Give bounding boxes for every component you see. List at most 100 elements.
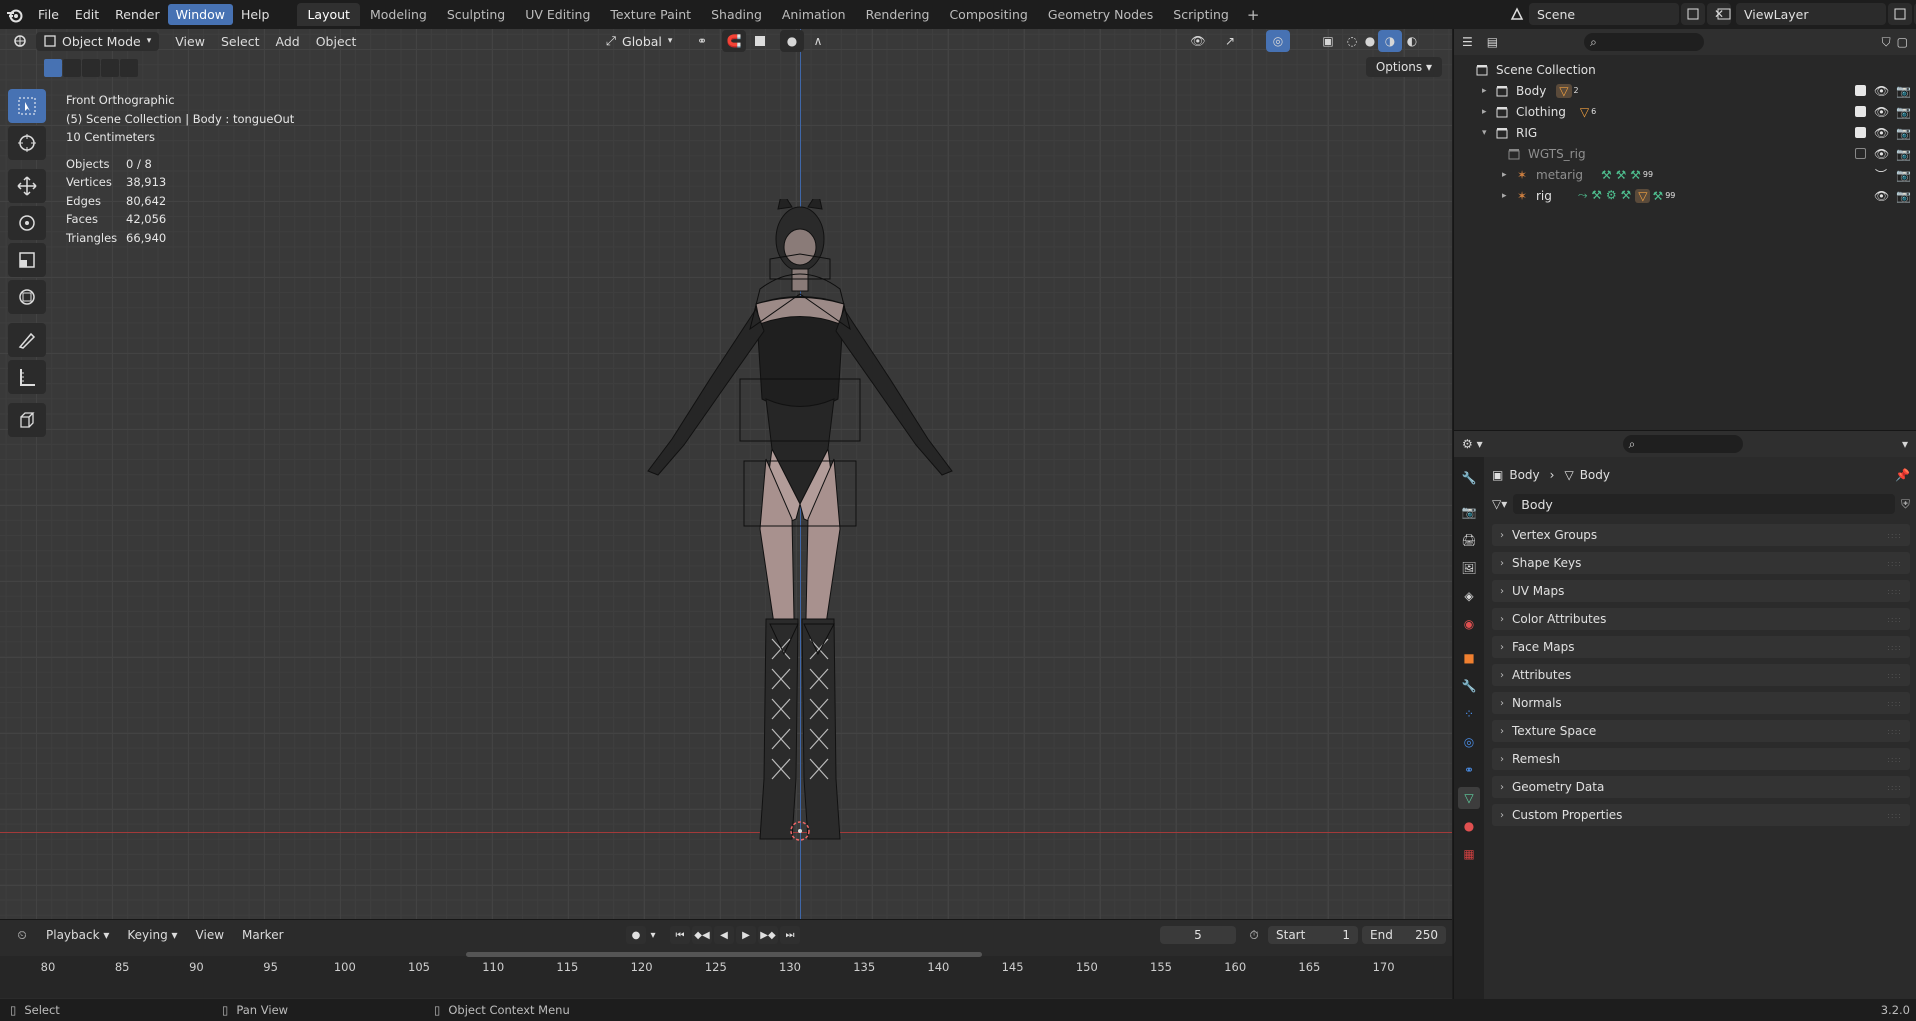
play-icon[interactable]: ▶ bbox=[736, 926, 756, 944]
panel-uv-maps[interactable]: › UV Maps:::: bbox=[1492, 580, 1910, 602]
snap-icon[interactable]: 🧲 bbox=[722, 30, 746, 52]
texture-tab-icon[interactable]: ▦ bbox=[1458, 843, 1480, 865]
timeline-scrollbar[interactable] bbox=[466, 952, 982, 957]
exclude-checkbox[interactable] bbox=[1855, 106, 1866, 117]
outliner-row-rig-collection[interactable]: ▾ RIG 👁 📷 bbox=[1454, 122, 1916, 143]
tab-compositing[interactable]: Compositing bbox=[939, 3, 1037, 26]
panel-custom-properties[interactable]: › Custom Properties:::: bbox=[1492, 804, 1910, 826]
jump-start-icon[interactable]: ⏮ bbox=[670, 926, 690, 944]
panel-normals[interactable]: › Normals:::: bbox=[1492, 692, 1910, 714]
properties-search-input[interactable]: ⌕ bbox=[1622, 435, 1743, 453]
menu-edit[interactable]: Edit bbox=[67, 4, 107, 25]
camera-icon[interactable]: 📷 bbox=[1896, 147, 1911, 161]
drag-handle-icon[interactable]: :::: bbox=[1887, 531, 1902, 540]
expand-arrow-icon[interactable]: ▸ bbox=[1502, 170, 1514, 180]
particles-tab-icon[interactable]: ⁘ bbox=[1458, 703, 1480, 725]
eye-icon[interactable]: 👁 bbox=[1874, 105, 1889, 119]
exclude-checkbox[interactable] bbox=[1855, 127, 1866, 138]
tab-sculpting[interactable]: Sculpting bbox=[437, 3, 515, 26]
material-tab-icon[interactable]: ● bbox=[1458, 815, 1480, 837]
exclude-checkbox[interactable] bbox=[1855, 148, 1866, 159]
options-button[interactable]: Options ▾ bbox=[1365, 57, 1442, 77]
menu-playback[interactable]: Playback ▾ bbox=[40, 926, 115, 944]
preview-range-icon[interactable]: ⏱ bbox=[1242, 926, 1266, 944]
drag-handle-icon[interactable]: :::: bbox=[1887, 783, 1902, 792]
new-collection-icon[interactable]: ▢ bbox=[1897, 35, 1908, 49]
panel-texture-space[interactable]: › Texture Space:::: bbox=[1492, 720, 1910, 742]
add-cube-tool[interactable] bbox=[8, 403, 46, 437]
menu-keying[interactable]: Keying ▾ bbox=[121, 926, 183, 944]
panel-attributes[interactable]: › Attributes:::: bbox=[1492, 664, 1910, 686]
drag-handle-icon[interactable]: :::: bbox=[1887, 587, 1902, 596]
select-subtract-icon[interactable] bbox=[82, 59, 100, 77]
jump-end-icon[interactable]: ⏭ bbox=[780, 926, 800, 944]
panel-color-attributes[interactable]: › Color Attributes:::: bbox=[1492, 608, 1910, 630]
tab-animation[interactable]: Animation bbox=[772, 3, 856, 26]
snap-target-icon[interactable] bbox=[748, 30, 772, 52]
tab-scripting[interactable]: Scripting bbox=[1163, 3, 1239, 26]
mesh-browse-icon[interactable]: ▽▾ bbox=[1492, 497, 1507, 511]
tab-texture-paint[interactable]: Texture Paint bbox=[600, 3, 701, 26]
select-invert-icon[interactable] bbox=[101, 59, 119, 77]
new-scene-icon[interactable] bbox=[1681, 3, 1705, 25]
expand-arrow-icon[interactable]: ▸ bbox=[1482, 86, 1494, 96]
exclude-checkbox[interactable] bbox=[1855, 85, 1866, 96]
world-tab-icon[interactable]: ◉ bbox=[1458, 613, 1480, 635]
record-icon[interactable]: ● bbox=[626, 926, 646, 944]
fake-user-shield-icon[interactable]: ⛨ bbox=[1901, 497, 1910, 512]
start-frame-field[interactable]: Start 1 bbox=[1268, 926, 1358, 944]
menu-object[interactable]: Object bbox=[308, 32, 365, 51]
menu-render[interactable]: Render bbox=[107, 4, 168, 25]
drag-handle-icon[interactable]: :::: bbox=[1887, 699, 1902, 708]
mode-dropdown[interactable]: Object Mode ▾ bbox=[36, 31, 160, 51]
outliner-row-rig[interactable]: ▸ ✶ rig ⤳ ⚒ ⚙ ⚒ ▽ ⚒ 99 👁 📷 bbox=[1454, 185, 1916, 206]
viewlayer-icon[interactable] bbox=[1712, 3, 1736, 25]
menu-select[interactable]: Select bbox=[213, 32, 268, 51]
camera-icon[interactable]: 📷 bbox=[1896, 189, 1911, 203]
cursor-tool[interactable] bbox=[8, 126, 46, 160]
menu-add[interactable]: Add bbox=[268, 32, 308, 51]
viewlayer-name-field[interactable]: ViewLayer bbox=[1736, 3, 1886, 25]
current-frame-field[interactable]: 5 bbox=[1160, 926, 1236, 944]
properties-editor-icon[interactable]: ⚙ ▾ bbox=[1462, 437, 1483, 451]
drag-handle-icon[interactable]: :::: bbox=[1887, 671, 1902, 680]
new-viewlayer-icon[interactable] bbox=[1888, 3, 1912, 25]
scale-tool[interactable] bbox=[8, 243, 46, 277]
physics-tab-icon[interactable]: ◎ bbox=[1458, 731, 1480, 753]
drag-handle-icon[interactable]: :::: bbox=[1887, 559, 1902, 568]
camera-icon[interactable]: 📷 bbox=[1896, 105, 1911, 119]
tab-uv-editing[interactable]: UV Editing bbox=[515, 3, 600, 26]
camera-icon[interactable]: 📷 bbox=[1896, 84, 1911, 98]
rotate-tool[interactable] bbox=[8, 206, 46, 240]
drag-handle-icon[interactable]: :::: bbox=[1887, 811, 1902, 820]
xray-icon[interactable]: ▣ bbox=[1316, 30, 1340, 52]
end-frame-field[interactable]: End 250 bbox=[1362, 926, 1446, 944]
drag-handle-icon[interactable]: :::: bbox=[1887, 615, 1902, 624]
menu-help[interactable]: Help bbox=[233, 4, 278, 25]
display-mode-icon[interactable]: ▤ bbox=[1487, 35, 1498, 49]
panel-vertex-groups[interactable]: › Vertex Groups:::: bbox=[1492, 524, 1910, 546]
outliner-row-body[interactable]: ▸ Body ▽ 2 👁 📷 bbox=[1454, 80, 1916, 101]
measure-tool[interactable] bbox=[8, 360, 46, 394]
eye-icon[interactable]: 👁 bbox=[1874, 189, 1889, 203]
menu-window[interactable]: Window bbox=[167, 4, 233, 25]
gizmo-icon[interactable]: ↗ bbox=[1218, 30, 1242, 52]
visibility-icon[interactable]: 👁 bbox=[1186, 30, 1210, 52]
panel-face-maps[interactable]: › Face Maps:::: bbox=[1492, 636, 1910, 658]
expand-arrow-icon[interactable]: ▸ bbox=[1502, 191, 1514, 201]
proportional-edit-icon[interactable]: ● bbox=[780, 30, 804, 52]
shading-material-icon[interactable]: ◑ bbox=[1378, 30, 1402, 52]
timeline-ruler[interactable]: 80 85 90 95 100 105 110 115 120 125 130 135 140 145 15… bbox=[0, 956, 1452, 998]
drag-handle-icon[interactable]: :::: bbox=[1887, 755, 1902, 764]
collapse-arrow-icon[interactable]: ▾ bbox=[1482, 128, 1494, 138]
constraints-tab-icon[interactable]: ⚭ bbox=[1458, 759, 1480, 781]
panel-geometry-data[interactable]: › Geometry Data:::: bbox=[1492, 776, 1910, 798]
outliner-row-metarig[interactable]: ▸ ✶ metarig ⚒ ⚒ ⚒ 99 ︶ 📷 bbox=[1454, 164, 1916, 185]
output-tab-icon[interactable]: 🖨 bbox=[1458, 529, 1480, 551]
transform-orientation-dropdown[interactable]: ⤢ Global ▾ bbox=[598, 31, 680, 51]
annotate-tool[interactable] bbox=[8, 323, 46, 357]
play-reverse-icon[interactable]: ◀ bbox=[714, 926, 734, 944]
mesh-name-field[interactable]: Body bbox=[1513, 494, 1895, 514]
modifier-tab-icon[interactable]: 🔧 bbox=[1458, 675, 1480, 697]
shading-rendered-icon[interactable]: ◐ bbox=[1400, 30, 1424, 52]
